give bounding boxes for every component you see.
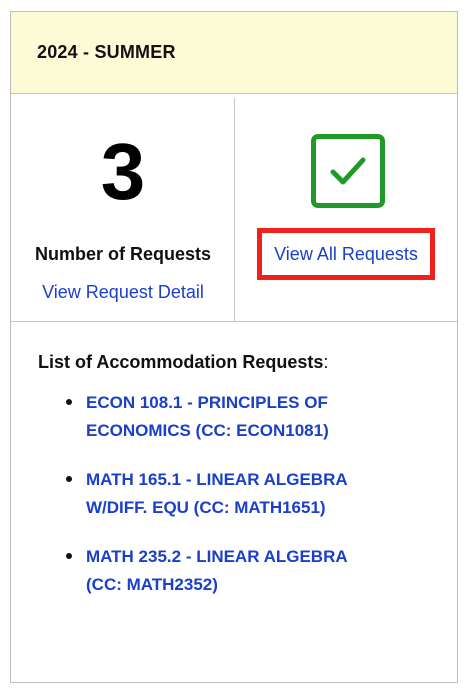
status-panel: View All Requests — [235, 98, 457, 321]
request-count-panel: 3 Number of Requests View Request Detail — [11, 98, 235, 321]
request-list: ECON 108.1 - PRINCIPLES OF ECONOMICS (CC… — [38, 389, 457, 599]
list-item: MATH 235.2 - LINEAR ALGEBRA (CC: MATH235… — [38, 543, 457, 599]
view-request-detail-link[interactable]: View Request Detail — [11, 282, 235, 303]
bullet-icon — [66, 553, 72, 559]
term-header: 2024 - SUMMER — [11, 12, 457, 94]
view-all-requests-link[interactable]: View All Requests — [257, 228, 435, 280]
list-item: ECON 108.1 - PRINCIPLES OF ECONOMICS (CC… — [38, 389, 457, 445]
term-title: 2024 - SUMMER — [37, 42, 176, 62]
request-list-heading-text: List of Accommodation Requests — [38, 352, 324, 372]
list-item: MATH 165.1 - LINEAR ALGEBRA W/DIFF. EQU … — [38, 466, 457, 522]
checkmark-glyph — [330, 157, 366, 185]
request-list-section: List of Accommodation Requests: ECON 108… — [11, 322, 457, 599]
request-link[interactable]: MATH 165.1 - LINEAR ALGEBRA W/DIFF. EQU … — [86, 466, 386, 522]
request-list-heading: List of Accommodation Requests: — [38, 352, 457, 373]
bullet-icon — [66, 399, 72, 405]
check-icon — [311, 134, 385, 208]
stats-row: 3 Number of Requests View Request Detail… — [11, 94, 457, 322]
request-count: 3 — [100, 127, 146, 216]
request-link[interactable]: MATH 235.2 - LINEAR ALGEBRA (CC: MATH235… — [86, 543, 386, 599]
request-count-label: Number of Requests — [34, 244, 212, 264]
request-link[interactable]: ECON 108.1 - PRINCIPLES OF ECONOMICS (CC… — [86, 389, 386, 445]
bullet-icon — [66, 476, 72, 482]
term-card: 2024 - SUMMER 3 Number of Requests View … — [10, 11, 458, 683]
request-list-heading-colon: : — [323, 352, 329, 372]
